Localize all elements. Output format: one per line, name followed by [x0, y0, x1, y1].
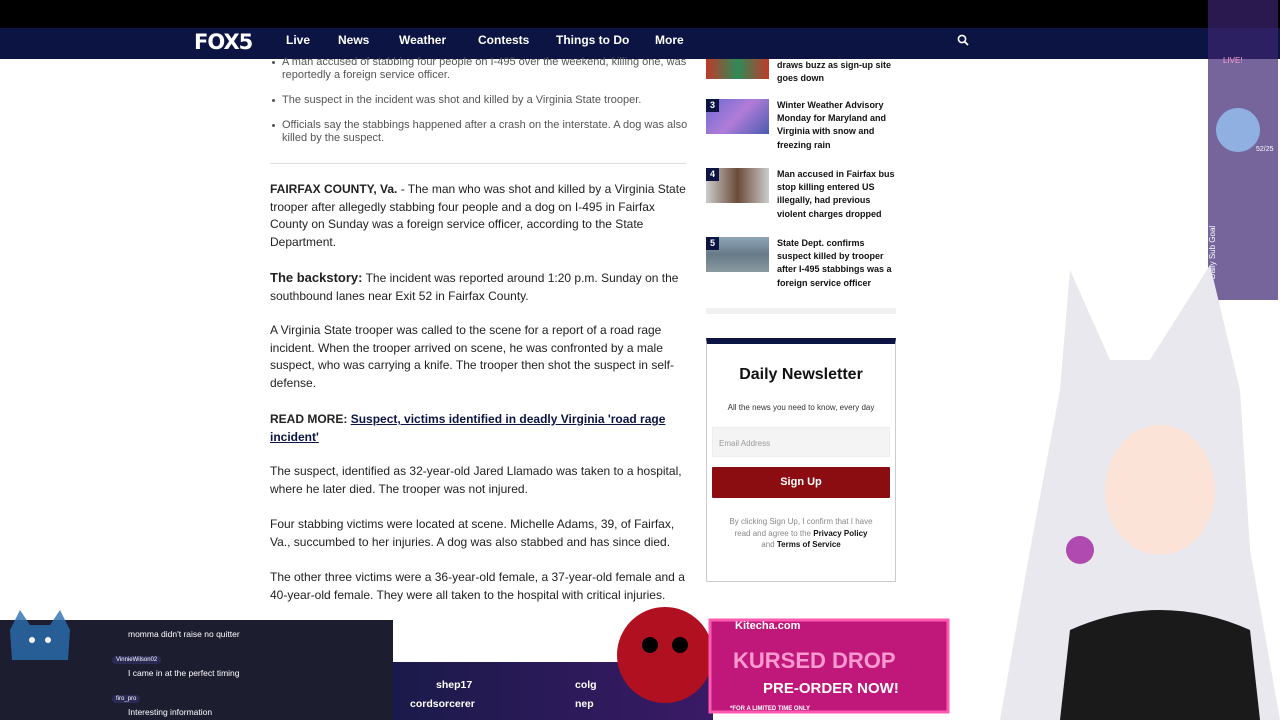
chat-username: VinnieWilson02 — [112, 656, 162, 664]
promo-banner: Kitecha.com KURSED DROP PRE-ORDER NOW! *… — [605, 560, 950, 720]
article-paragraph: Four stabbing victims were located at sc… — [270, 517, 675, 549]
article-paragraph: FAIRFAX COUNTY, Va. - The man who was sh… — [270, 181, 688, 251]
article-paragraph: The suspect, identified as 32-year-old J… — [270, 464, 682, 496]
promo-cta: PRE-ORDER NOW! — [763, 680, 899, 697]
promo-brand: Kitecha.com — [735, 620, 801, 632]
bullet-item: Officials say the stabbings happened aft… — [270, 119, 688, 145]
vtuber-avatar — [1000, 265, 1280, 720]
browser-top-bar — [0, 0, 1280, 28]
thumbnail — [706, 59, 769, 79]
chat-username: firo_pro — [112, 695, 141, 703]
email-field[interactable]: Email Address — [712, 427, 890, 457]
bullet-item: The suspect in the incident was shot and… — [270, 94, 688, 107]
live-badge: LIVE! — [1223, 56, 1243, 65]
ticker-name: colg — [575, 679, 597, 691]
promo-headline: KURSED DROP — [733, 648, 896, 673]
fine-text: and — [761, 540, 775, 549]
trending-title: Winter Weather Advisory Monday for Maryl… — [777, 100, 887, 150]
nav-things-to-do[interactable]: Things to Do — [556, 33, 629, 47]
screen: FOX5 Live News Weather Contests Things t… — [0, 0, 1280, 720]
search-icon[interactable] — [957, 34, 969, 46]
divider — [270, 163, 686, 164]
rank-badge: 3 — [706, 99, 719, 112]
newsletter-subtitle: All the news you need to know, every day — [727, 403, 875, 412]
goal-counter: 52/25 — [1256, 146, 1274, 153]
nav-news[interactable]: News — [338, 33, 369, 47]
terms-link[interactable]: Terms of Service — [777, 540, 841, 549]
fox5-logo[interactable]: FOX5 — [194, 30, 253, 54]
trending-item[interactable]: draws buzz as sign-up site goes down — [706, 59, 896, 83]
chat-message: Interesting information — [128, 707, 213, 717]
nav-weather[interactable]: Weather — [399, 33, 446, 47]
article-bullets: A man accused of stabbing four people on… — [270, 56, 688, 157]
site-nav — [0, 28, 1280, 59]
trending-title: Man accused in Fairfax bus stop killing … — [777, 169, 895, 219]
backstory-label: The backstory: — [270, 270, 363, 285]
ticker-name: shep17 — [436, 679, 473, 691]
sign-up-button[interactable]: Sign Up — [712, 467, 890, 498]
cat-mascot-icon — [10, 610, 70, 660]
bullet-item: A man accused of stabbing four people on… — [270, 56, 688, 82]
readmore-label: READ MORE: — [270, 412, 348, 426]
nav-more[interactable]: More — [655, 33, 684, 47]
newsletter-title: Daily Newsletter — [739, 366, 863, 383]
rank-badge: 5 — [706, 237, 719, 250]
promo-fine: *FOR A LIMITED TIME ONLY — [730, 706, 811, 712]
divider — [706, 308, 896, 314]
dateline: FAIRFAX COUNTY, Va. — [270, 182, 398, 196]
ticker-name: cordsorcerer — [410, 698, 475, 710]
newsletter-box: Daily Newsletter All the news you need t… — [706, 338, 896, 582]
privacy-link[interactable]: Privacy Policy — [813, 529, 867, 538]
nav-contests[interactable]: Contests — [478, 33, 529, 47]
trending-title: draws buzz as sign-up site goes down — [777, 60, 892, 84]
article-paragraph: READ MORE: Suspect, victims identified i… — [270, 411, 688, 446]
rank-badge: 4 — [706, 168, 719, 181]
trending-title: State Dept. confirms suspect killed by t… — [777, 238, 892, 288]
article-paragraph: A Virginia State trooper was called to t… — [270, 323, 674, 390]
ticker-name: nep — [575, 698, 594, 710]
chat-message: I came in at the perfect timing — [128, 668, 240, 678]
nav-live[interactable]: Live — [286, 33, 310, 47]
chat-message: momma didn't raise no quitter — [128, 629, 240, 639]
newsletter-fine-print: By clicking Sign Up, I confirm that I ha… — [727, 516, 875, 551]
article-paragraph: The backstory: The incident was reported… — [270, 269, 688, 305]
